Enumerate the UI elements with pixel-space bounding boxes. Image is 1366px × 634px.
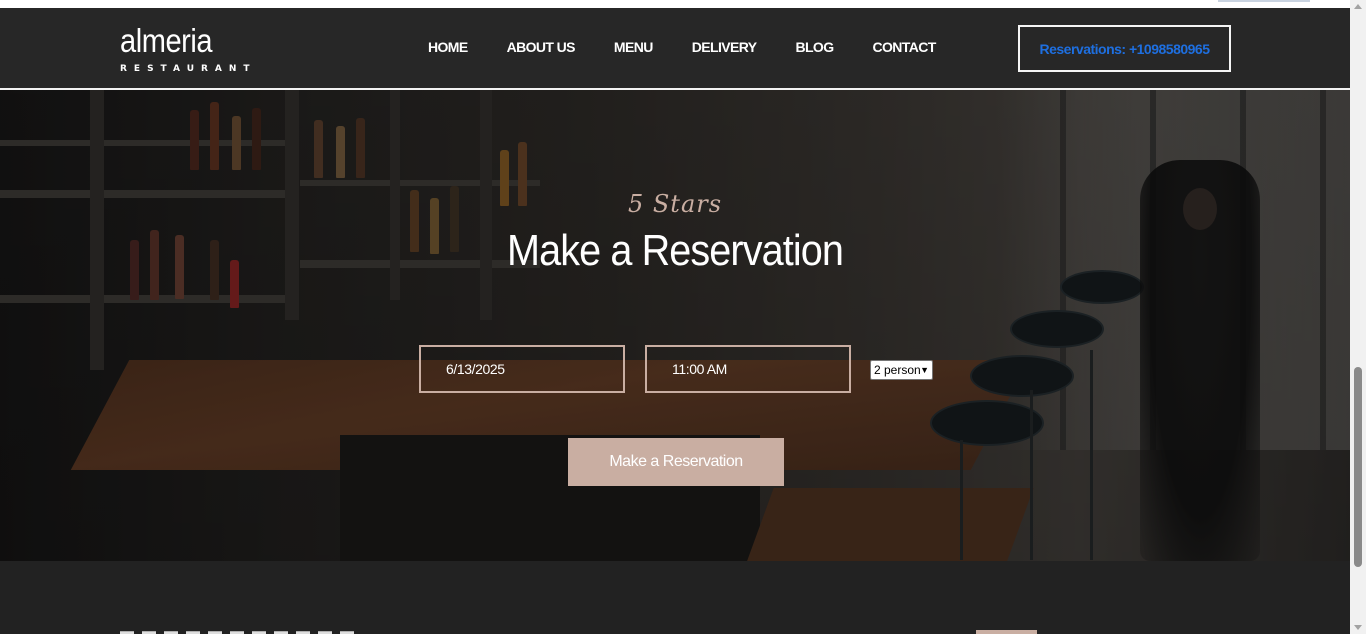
rating-subtitle: 5 Stars xyxy=(627,190,723,218)
page-scrollbar[interactable] xyxy=(1350,0,1366,634)
date-input[interactable]: 6/13/2025 xyxy=(419,345,625,393)
section-image-peek xyxy=(976,630,1037,634)
brand-name: almeria xyxy=(120,22,213,59)
scrollbar-thumb[interactable] xyxy=(1354,367,1362,567)
brand-subtitle: RESTAURANT xyxy=(120,64,257,74)
top-strip-accent xyxy=(1218,0,1310,2)
reservation-hero: 5 Stars Make a Reservation 6/13/2025 11:… xyxy=(0,90,1350,561)
next-section xyxy=(0,561,1350,634)
top-strip xyxy=(0,0,1350,8)
main-nav: HOME ABOUT US MENU DELIVERY BLOG CONTACT xyxy=(428,39,975,55)
nav-item-about-us[interactable]: ABOUT US xyxy=(507,39,576,55)
nav-item-home[interactable]: HOME xyxy=(428,39,468,55)
browser-viewport: almeria RESTAURANT HOME ABOUT US MENU DE… xyxy=(0,0,1350,634)
brand-logo[interactable]: almeria RESTAURANT xyxy=(120,22,257,74)
scroll-up-icon[interactable] xyxy=(1354,4,1362,9)
time-input[interactable]: 11:00 AM xyxy=(645,345,851,393)
chevron-down-icon: ▼ xyxy=(920,365,929,375)
nav-item-delivery[interactable]: DELIVERY xyxy=(692,39,757,55)
site-header: almeria RESTAURANT HOME ABOUT US MENU DE… xyxy=(0,8,1350,88)
nav-item-menu[interactable]: MENU xyxy=(614,39,653,55)
nav-item-contact[interactable]: CONTACT xyxy=(873,39,937,55)
hero-title: Make a Reservation xyxy=(507,226,844,275)
party-size-select[interactable]: 2 person ▼ xyxy=(870,360,933,380)
scroll-down-icon[interactable] xyxy=(1354,625,1362,630)
nav-item-blog[interactable]: BLOG xyxy=(795,39,834,55)
reservation-form: 5 Stars Make a Reservation 6/13/2025 11:… xyxy=(0,90,1350,561)
section-heading-peek xyxy=(120,627,360,634)
make-reservation-button[interactable]: Make a Reservation xyxy=(568,438,784,486)
party-size-value: 2 person xyxy=(874,363,921,377)
reservations-phone-button[interactable]: Reservations: +1098580965 xyxy=(1018,25,1231,72)
